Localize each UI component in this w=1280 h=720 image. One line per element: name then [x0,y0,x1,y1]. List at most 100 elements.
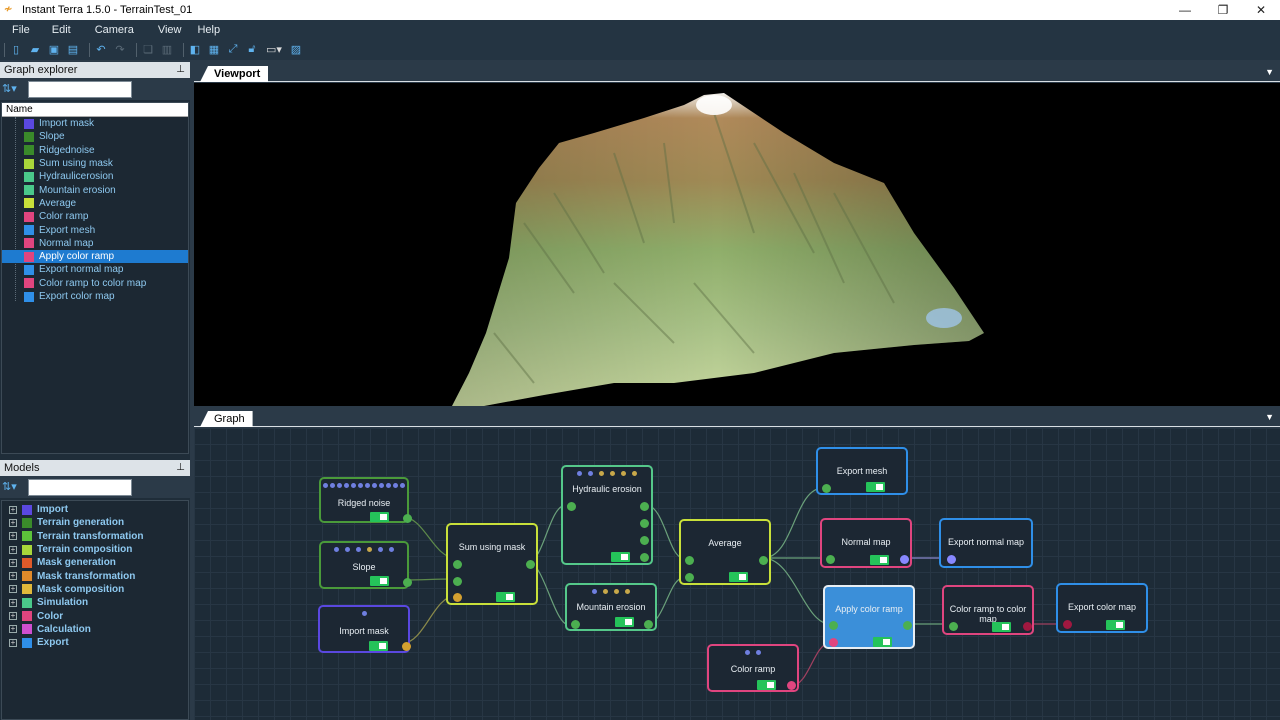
models-category[interactable]: + Terrain generation [2,516,188,529]
chevron-down-icon[interactable]: ▼ [1265,412,1274,422]
input-port[interactable] [829,621,838,630]
expand-icon[interactable]: + [9,572,17,581]
enable-toggle[interactable] [992,622,1011,632]
output-port[interactable] [640,502,649,511]
undo-icon[interactable]: ↶ [94,43,108,57]
menu-view[interactable]: View [158,24,182,36]
fit-view-icon[interactable]: ⤢ [226,43,240,57]
input-port[interactable] [567,502,576,511]
pin-icon[interactable]: ⊥ [176,460,185,476]
expand-icon[interactable]: + [9,558,17,567]
gradient-icon[interactable]: ▭▾ [264,43,284,57]
graph-explorer-item[interactable]: Normal map [2,237,188,250]
input-port[interactable] [453,560,462,569]
cube-icon[interactable]: ◧ [188,43,202,57]
enable-toggle[interactable] [873,637,892,647]
input-port[interactable] [949,622,958,631]
node-colorramp[interactable]: Color ramp [707,644,799,692]
output-port[interactable] [640,553,649,562]
enable-toggle[interactable] [369,641,388,651]
input-port[interactable] [571,620,580,629]
output-port[interactable] [644,620,653,629]
layout-icon[interactable]: ▦ [207,43,221,57]
output-port[interactable] [403,578,412,587]
enable-toggle[interactable] [870,555,889,565]
close-button[interactable]: ✕ [1242,0,1280,20]
output-port[interactable] [1023,622,1032,631]
menu-edit[interactable]: Edit [52,24,71,36]
chevron-down-icon[interactable]: ▼ [1265,67,1274,77]
output-port[interactable] [759,556,768,565]
models-category[interactable]: + Mask transformation [2,569,188,582]
graph-explorer-item[interactable]: Export color map [2,290,188,303]
node-normal[interactable]: Normal map [820,518,912,568]
graph-explorer-item[interactable]: Hydraulicerosion [2,170,188,183]
expand-icon[interactable]: + [9,532,17,541]
graph-explorer-item[interactable]: Export mesh [2,223,188,236]
graph-explorer-item[interactable]: Import mask [2,117,188,130]
output-port[interactable] [526,560,535,569]
enable-toggle[interactable] [370,576,389,586]
output-port[interactable] [402,642,411,651]
tab-viewport[interactable]: Viewport [200,66,269,82]
enable-toggle[interactable] [370,512,389,522]
node-ramp2map[interactable]: Color ramp to color map [942,585,1034,635]
enable-toggle[interactable] [757,680,776,690]
save-as-icon[interactable]: ▤ [66,43,80,57]
models-category[interactable]: + Mask generation [2,556,188,569]
minimize-button[interactable]: — [1166,0,1204,20]
models-category[interactable]: + Terrain composition [2,543,188,556]
expand-icon[interactable]: + [9,612,17,621]
models-search-input[interactable] [28,478,132,496]
input-port[interactable] [822,484,831,493]
node-average[interactable]: Average [679,519,771,585]
graph-explorer-item[interactable]: Export normal map [2,263,188,276]
output-port[interactable] [403,514,412,523]
node-exportcolor[interactable]: Export color map [1056,583,1148,633]
expand-icon[interactable]: + [9,625,17,634]
new-file-icon[interactable]: ▯ [9,43,23,57]
expand-icon[interactable]: + [9,545,17,554]
node-mountain[interactable]: Mountain erosion [565,583,657,631]
node-sum[interactable]: Sum using mask [446,523,538,605]
pin-icon[interactable]: ⊥ [176,62,185,78]
copy-icon[interactable]: ❏ [141,43,155,57]
node-importmask[interactable]: Import mask [318,605,411,653]
node-exportmesh[interactable]: Export mesh [816,447,908,495]
tab-graph[interactable]: Graph [200,411,253,427]
output-port[interactable] [900,555,909,564]
node-slope[interactable]: Slope [319,541,412,589]
input-port[interactable] [453,577,462,586]
output-port[interactable] [640,536,649,545]
expand-icon[interactable]: + [9,518,17,527]
models-category[interactable]: + Export [2,636,188,649]
node-apply[interactable]: Apply color ramp [823,585,915,649]
graph-explorer-item[interactable]: Apply color ramp [2,249,188,264]
enable-toggle[interactable] [1106,620,1125,630]
graph-explorer-item[interactable]: Average [2,197,188,210]
input-port[interactable] [826,555,835,564]
input-port[interactable] [1063,620,1072,629]
menu-file[interactable]: File [12,24,30,36]
graph-explorer-item[interactable]: Ridgednoise [2,144,188,157]
enable-toggle[interactable] [615,617,634,627]
expand-icon[interactable]: + [9,505,17,514]
models-category[interactable]: + Calculation [2,623,188,636]
graph-explorer-item[interactable]: Mountain erosion [2,183,188,196]
sort-icon[interactable]: ⇅▾ [2,81,24,97]
models-category[interactable]: + Terrain transformation [2,530,188,543]
enable-toggle[interactable] [611,552,630,562]
input-port[interactable] [685,573,694,582]
enable-toggle[interactable] [866,482,885,492]
graph-explorer-item[interactable]: Slope [2,130,188,143]
output-port[interactable] [787,681,796,690]
expand-icon[interactable]: + [9,585,17,594]
sort-icon[interactable]: ⇅▾ [2,479,24,495]
redo-icon[interactable]: ↷ [113,43,127,57]
node-graph-canvas[interactable]: Ridged noise Slope Import mask Sum using ma… [194,428,1280,720]
output-port[interactable] [903,621,912,630]
graph-explorer-search-input[interactable] [28,80,132,98]
enable-toggle[interactable] [729,572,748,582]
terrain-3d-viewport[interactable] [194,83,1280,406]
open-file-icon[interactable]: ▰ [28,43,42,57]
